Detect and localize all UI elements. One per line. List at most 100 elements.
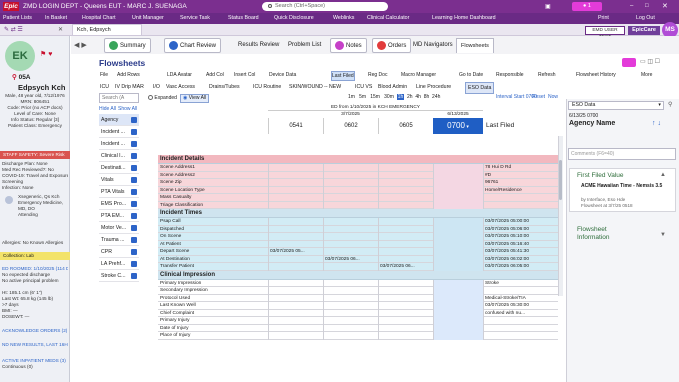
toolbar-last-filed[interactable]: Last Filed bbox=[331, 71, 355, 81]
table-row[interactable]: Psap Call 03/07/2025 05:00:00 bbox=[158, 218, 558, 226]
cell-0541[interactable] bbox=[268, 332, 323, 340]
cell-0602[interactable] bbox=[323, 233, 378, 241]
pin-panel-icon[interactable]: ⚲ bbox=[668, 101, 672, 108]
table-row[interactable]: Last Known Well 03/07/2025 05:30:00 bbox=[158, 302, 558, 310]
cell-0541[interactable] bbox=[268, 218, 323, 226]
toolbar-insert-col[interactable]: Insert Col bbox=[234, 70, 255, 81]
reset-link[interactable]: Reset bbox=[532, 94, 545, 100]
cell-0700[interactable] bbox=[433, 294, 483, 302]
toolbar-flowsheet-history[interactable]: Flowsheet History bbox=[576, 70, 616, 81]
cell-0700[interactable] bbox=[433, 218, 483, 226]
cell-0605[interactable] bbox=[378, 332, 433, 340]
toolbar-lda-avatar[interactable]: LDA Avatar bbox=[167, 70, 192, 81]
cell-0700[interactable] bbox=[433, 186, 483, 194]
fs-tab-iv-drip-mar[interactable]: IV Drip MAR bbox=[115, 82, 144, 92]
cell-0602[interactable]: 03/07/2025 06... bbox=[323, 255, 378, 263]
cell-0605[interactable] bbox=[378, 302, 433, 310]
index-item[interactable]: Incident ... bbox=[99, 126, 139, 138]
column-time-0541[interactable]: 0541 bbox=[268, 118, 323, 134]
cell-last-filed[interactable]: 03/07/2025 06:05:00 bbox=[483, 263, 558, 271]
cell-last-filed[interactable]: 03/07/2025 05:16:40 bbox=[483, 240, 558, 248]
cell-0541[interactable] bbox=[268, 225, 323, 233]
cell-0700[interactable] bbox=[433, 255, 483, 263]
interval-24h[interactable]: 24h bbox=[432, 94, 440, 100]
table-row[interactable]: On Scene 03/07/2025 05:10:00 bbox=[158, 233, 558, 241]
interval-1h[interactable]: 1h bbox=[396, 94, 405, 100]
patient-workspace-tab[interactable]: Kch, Edpsych bbox=[72, 24, 142, 36]
cell-last-filed[interactable]: 78 Hui D Rd bbox=[483, 164, 558, 172]
interval-1m[interactable]: 1m bbox=[348, 94, 355, 100]
interval-15m[interactable]: 15m bbox=[370, 94, 380, 100]
expand-icon[interactable]: ▼ bbox=[660, 232, 666, 238]
cell-0541[interactable] bbox=[268, 240, 323, 248]
cell-0605[interactable] bbox=[378, 194, 433, 202]
hide-all-link[interactable]: Hide All bbox=[99, 106, 116, 112]
section-header[interactable]: Clinical Impression bbox=[158, 270, 558, 280]
cell-0602[interactable] bbox=[323, 179, 378, 187]
checkbox-checked-icon[interactable] bbox=[131, 129, 137, 135]
fs-tab-blood-admin[interactable]: Blood Admin bbox=[378, 82, 407, 92]
tab-chart-review[interactable]: Chart Review bbox=[164, 38, 222, 53]
cell-0602[interactable] bbox=[323, 309, 378, 317]
toolbar-refresh[interactable]: Refresh bbox=[538, 70, 556, 81]
cell-0541[interactable] bbox=[268, 302, 323, 310]
cell-last-filed[interactable]: 03/07/2025 05:10:00 bbox=[483, 233, 558, 241]
cell-last-filed[interactable]: #D bbox=[483, 171, 558, 179]
table-row[interactable]: Triage Classification bbox=[158, 201, 558, 209]
tab-results-review[interactable]: Results Review bbox=[238, 38, 279, 53]
cell-0541[interactable] bbox=[268, 164, 323, 172]
index-item[interactable]: LA Prehf... bbox=[99, 258, 139, 270]
cell-0605[interactable]: 03/07/2025 06... bbox=[378, 263, 433, 271]
cell-0541[interactable] bbox=[268, 171, 323, 179]
index-item[interactable]: Vitals bbox=[99, 174, 139, 186]
cell-0602[interactable] bbox=[323, 194, 378, 202]
cell-0700[interactable] bbox=[433, 324, 483, 332]
fs-tab-vasc-access[interactable]: Vasc Access bbox=[166, 82, 195, 92]
acknowledge-orders-link[interactable]: ACKNOWLEDGE ORDERS (2) bbox=[2, 328, 68, 334]
cell-0541[interactable] bbox=[268, 309, 323, 317]
table-row[interactable]: Primary Impression Stroke bbox=[158, 279, 558, 287]
cell-last-filed[interactable]: Medical-Stroke/TIA bbox=[483, 294, 558, 302]
patient-avatar[interactable]: EK bbox=[5, 41, 35, 71]
epic-logo[interactable]: Epic bbox=[3, 2, 19, 11]
index-item[interactable]: Stroke C... bbox=[99, 270, 139, 282]
window-controls-icon[interactable]: ▭ ◫ ☐ bbox=[640, 58, 660, 65]
fs-tab-skin-wound[interactable]: SKIN/WOUND -- NEW bbox=[289, 82, 341, 92]
menu-clinical-calculator[interactable]: Clinical Calculator bbox=[367, 13, 409, 24]
cell-0541[interactable] bbox=[268, 255, 323, 263]
cell-0541[interactable] bbox=[268, 294, 323, 302]
interval-start-link[interactable]: Interval Start 0700 bbox=[496, 94, 537, 100]
cell-0602[interactable] bbox=[323, 201, 378, 209]
cell-0602[interactable] bbox=[323, 263, 378, 271]
cell-0605[interactable] bbox=[378, 309, 433, 317]
new-results-link[interactable]: ND NEW RESULTS, LAST 16H bbox=[2, 342, 68, 348]
table-row[interactable]: Dispatched 03/07/2025 05:06:00 bbox=[158, 225, 558, 233]
cell-0541[interactable] bbox=[268, 179, 323, 187]
table-row[interactable]: Transfer Patient 03/07/2025 06... 03/07/20… bbox=[158, 263, 558, 271]
menu-learning-home-dashboard[interactable]: Learning Home Dashboard bbox=[432, 13, 496, 24]
index-item[interactable]: Trauma ... bbox=[99, 234, 139, 246]
cell-last-filed[interactable]: 96761 bbox=[483, 179, 558, 187]
flowsheet-search-input[interactable]: Search (A bbox=[99, 93, 139, 103]
expanded-radio[interactable]: Expanded bbox=[148, 95, 177, 101]
table-row[interactable]: Date of Injury bbox=[158, 324, 558, 332]
cell-0700[interactable] bbox=[433, 309, 483, 317]
interval-2h[interactable]: 2h bbox=[407, 94, 413, 100]
comments-input[interactable]: Comments (F6=40) bbox=[568, 148, 676, 160]
table-row[interactable]: Scene Address1 78 Hui D Rd bbox=[158, 164, 558, 172]
view-all-radio[interactable]: ◉ View All bbox=[180, 94, 210, 103]
tab-problem-list[interactable]: Problem List bbox=[288, 38, 321, 53]
toolbar-go-to-date[interactable]: Go to Date bbox=[459, 70, 483, 81]
cell-last-filed[interactable]: Stroke bbox=[483, 279, 558, 287]
now-link[interactable]: Now bbox=[548, 94, 558, 100]
cell-0541[interactable] bbox=[268, 279, 323, 287]
title-tools-icon[interactable]: ▣ bbox=[545, 3, 551, 10]
toolbar-device-data[interactable]: Device Data bbox=[269, 70, 296, 81]
cell-0605[interactable] bbox=[378, 164, 433, 172]
sort-arrows-icon[interactable]: ↑ ↓ bbox=[652, 120, 661, 127]
fs-tab-io[interactable]: I/O bbox=[153, 82, 160, 92]
table-row[interactable]: Place of Injury bbox=[158, 332, 558, 340]
close-tab-icon[interactable]: ✕ bbox=[58, 26, 63, 33]
collapse-icon[interactable]: ▲ bbox=[660, 172, 666, 178]
checkbox-checked-icon[interactable] bbox=[131, 261, 137, 267]
